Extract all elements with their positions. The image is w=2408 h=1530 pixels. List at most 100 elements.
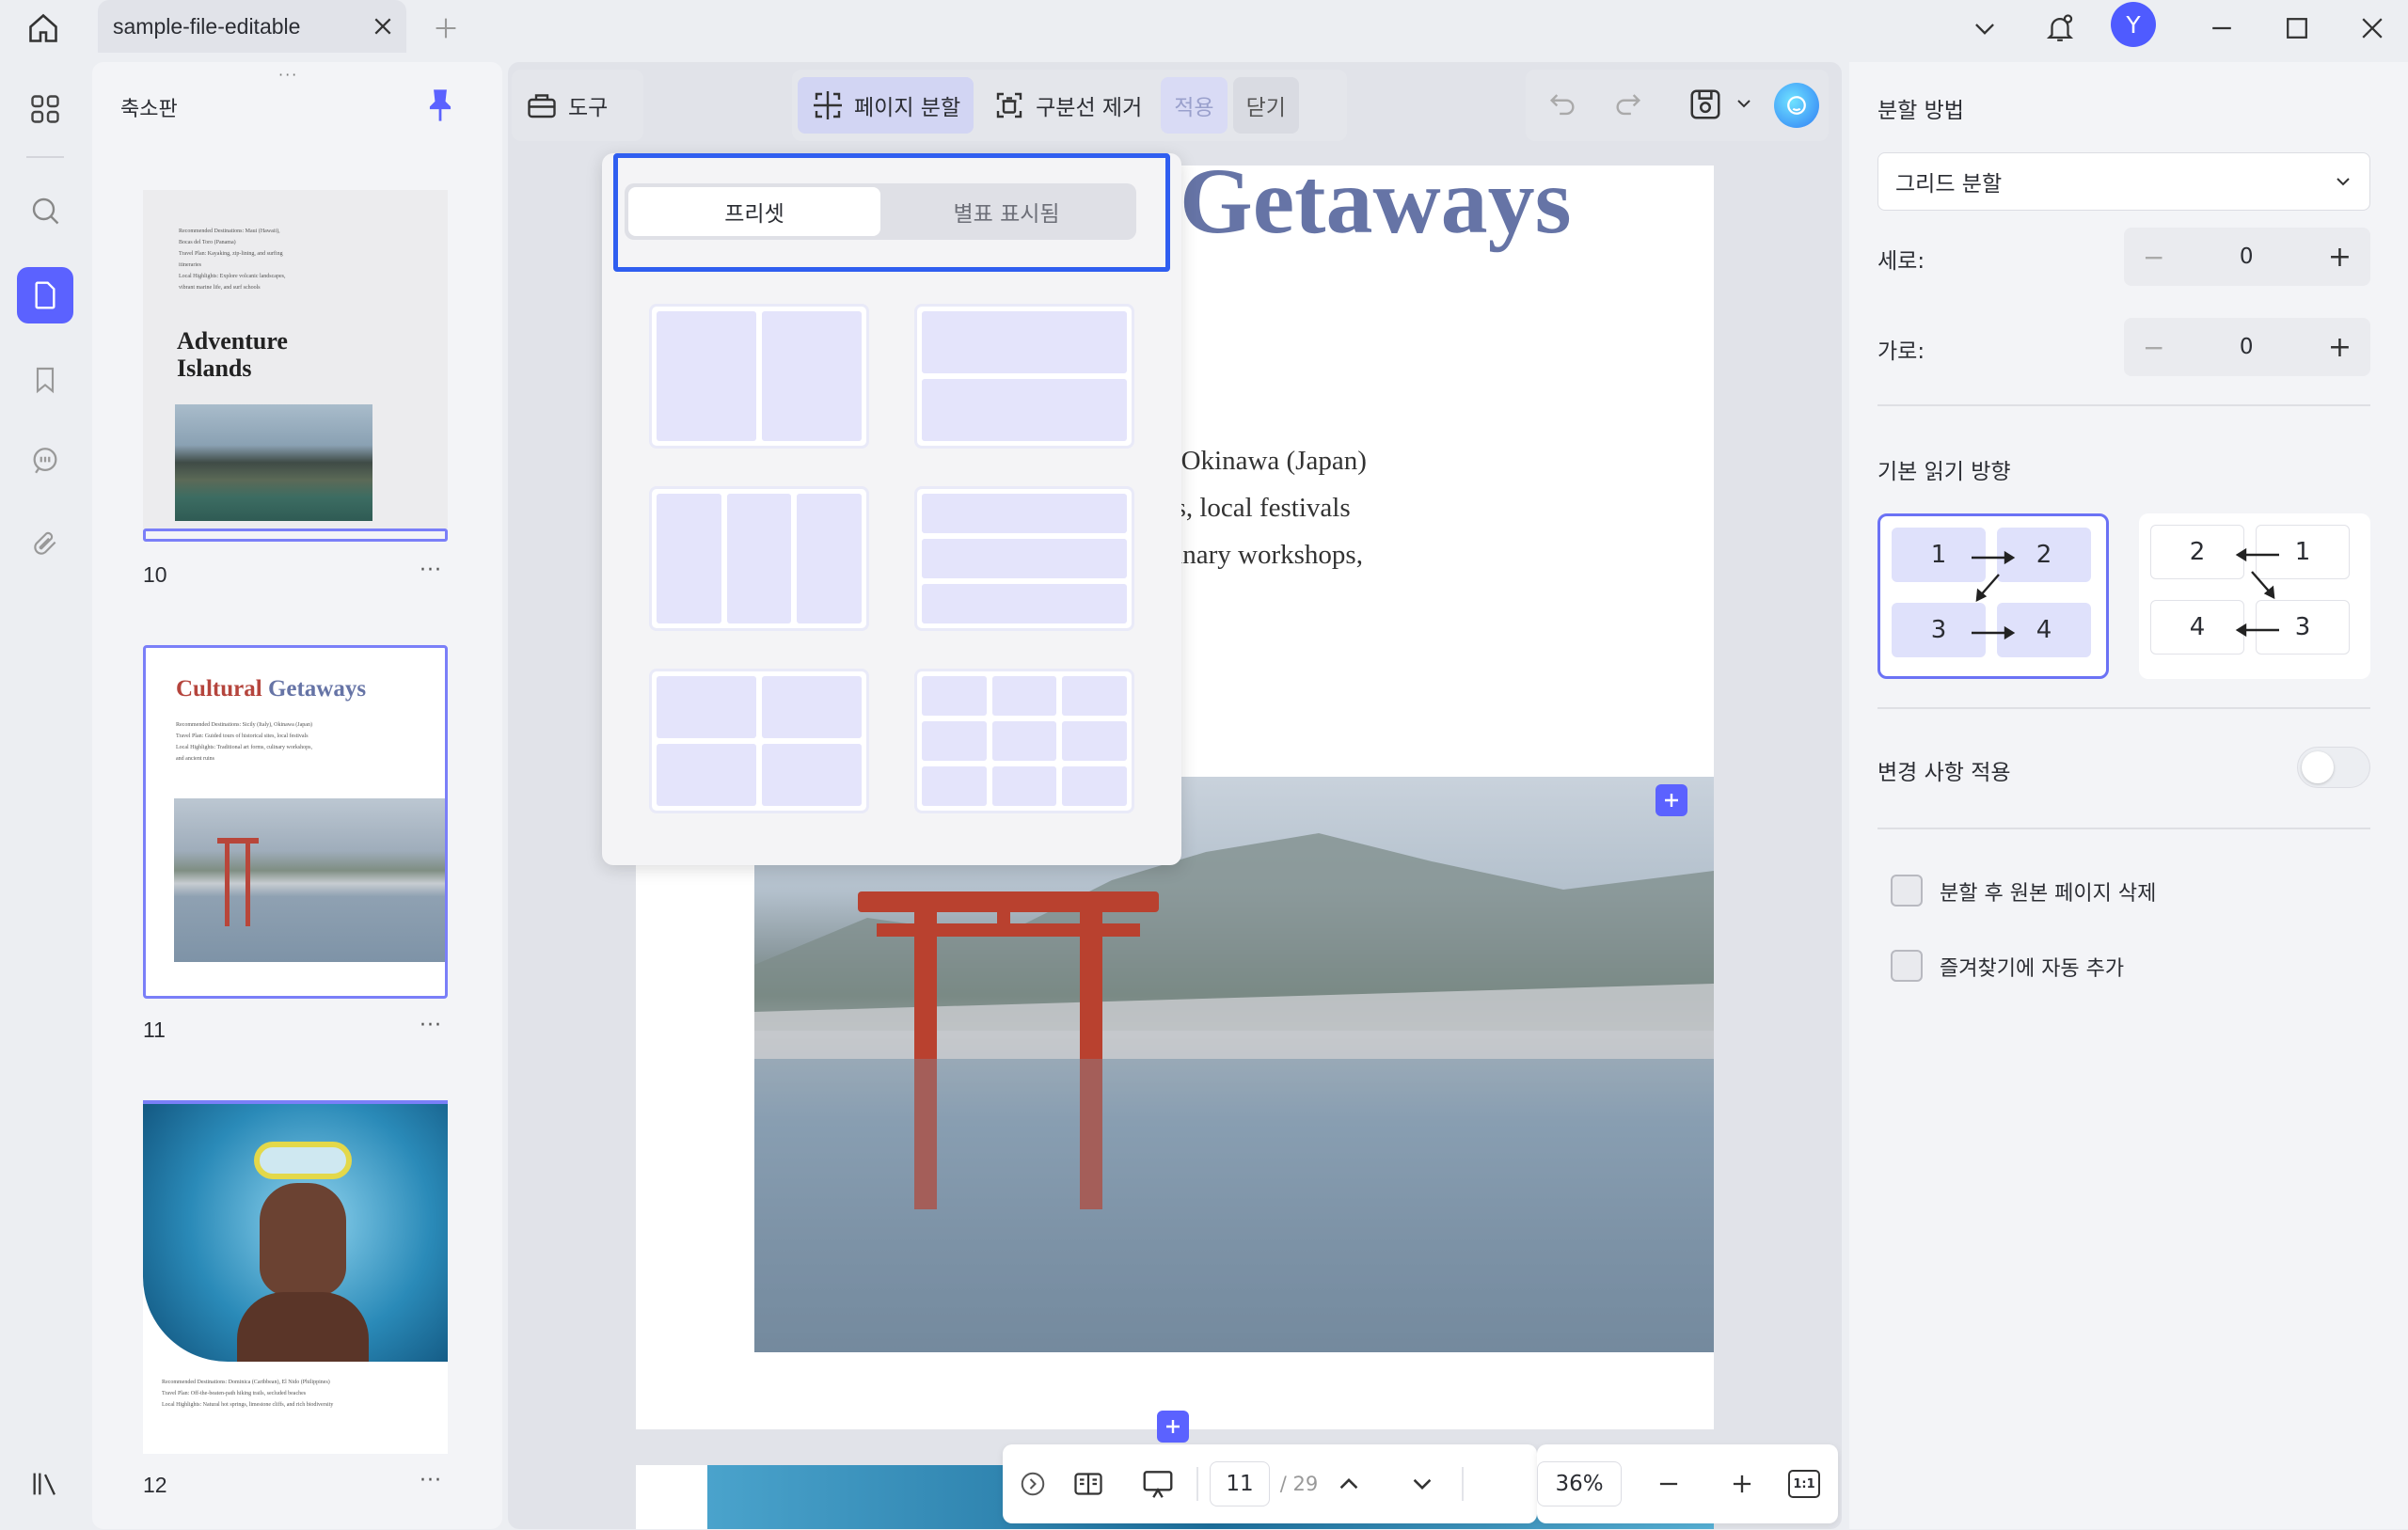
split-page-button[interactable]: 페이지 분할 (798, 77, 974, 134)
search-icon[interactable] (17, 182, 73, 239)
thumbnail-photo (143, 1104, 448, 1362)
bookmark-icon[interactable] (17, 352, 73, 408)
preset-2x2-grid[interactable] (649, 669, 869, 813)
reading-direction-ltr[interactable]: 1 2 3 4 (1877, 513, 2109, 679)
zoom-bar: 36% 1:1 (1537, 1444, 1838, 1523)
decrease-icon[interactable]: − (2143, 242, 2164, 273)
thumbnail-photo (175, 404, 372, 521)
add-divider-icon[interactable] (1157, 1411, 1189, 1443)
thumbnail-more-button[interactable]: ··· (420, 1469, 442, 1492)
comment-icon[interactable] (17, 433, 73, 489)
thumbnail-text: Recommended Destinations: Sicily (Italy)… (176, 722, 312, 762)
thumbnail-panel: ··· 축소판 Recommended Destinations: Maui (… (92, 62, 502, 1529)
previous-page-icon[interactable] (1328, 1461, 1370, 1506)
divider (1877, 828, 2370, 829)
actual-size-icon: 1:1 (1788, 1470, 1820, 1498)
actual-size-button[interactable]: 1:1 (1783, 1461, 1825, 1506)
minimize-icon[interactable] (2201, 8, 2242, 49)
auto-bookmark-checkbox[interactable] (1891, 950, 1923, 982)
remove-divider-button[interactable]: 구분선 제거 (979, 77, 1155, 134)
left-rail (0, 62, 90, 1530)
new-tab-icon[interactable] (425, 8, 467, 49)
preset-2-columns[interactable] (649, 304, 869, 449)
decrease-icon[interactable]: − (2143, 332, 2164, 363)
thumbnail-page-12[interactable]: Recommended Destinations: Dominica (Cari… (143, 1100, 448, 1454)
attachment-icon[interactable] (17, 515, 73, 572)
torii-gate-shape (217, 838, 259, 926)
rows-stepper[interactable]: − 0 + (2124, 228, 2370, 286)
ai-assistant-icon[interactable] (1774, 83, 1819, 128)
document-tab[interactable]: sample-file-editable (98, 0, 406, 53)
pin-icon[interactable] (427, 88, 453, 122)
preset-3-columns[interactable] (649, 486, 869, 631)
apps-grid-icon[interactable] (17, 81, 73, 137)
auto-bookmark-label: 즐겨찾기에 자동 추가 (1940, 957, 2125, 981)
increase-icon[interactable]: + (2328, 241, 2352, 274)
delete-original-checkbox[interactable] (1891, 875, 1923, 907)
chevron-down-icon (2334, 172, 2353, 191)
preset-3-rows[interactable] (914, 486, 1134, 631)
tools-toolbar: 도구 (512, 70, 643, 141)
thumbnail-more-button[interactable]: ··· (420, 1014, 442, 1037)
thumbnail-page-11[interactable]: Cultural Getaways Recommended Destinatio… (143, 645, 448, 999)
preset-3x3-grid[interactable] (914, 669, 1134, 813)
reading-direction-rtl[interactable]: 2 1 4 3 (2139, 513, 2370, 679)
cols-stepper[interactable]: − 0 + (2124, 318, 2370, 376)
page-number-10: 10 (143, 562, 167, 587)
reading-mode-icon[interactable] (1065, 1461, 1112, 1506)
sidebar-toggle-icon[interactable] (17, 1456, 73, 1512)
page-number-input[interactable]: 11 (1210, 1461, 1270, 1506)
title-bar: sample-file-editable Y (0, 0, 2408, 56)
increase-icon[interactable]: + (2328, 331, 2352, 364)
thumbnail-photo (174, 798, 445, 962)
split-settings-panel: 분할 방법 그리드 분할 세로: − 0 + 가로: − 0 + 기본 읽기 방… (1849, 62, 2408, 1529)
preset-2-rows[interactable] (914, 304, 1134, 449)
total-pages-label: / 29 (1279, 1473, 1319, 1495)
split-method-label: 분할 방법 (1877, 99, 1964, 123)
thumbnail-more-button[interactable]: ··· (420, 559, 442, 582)
thumbnail-text: Recommended Destinations: Maui (Hawaii),… (179, 229, 286, 291)
apply-changes-label: 변경 사항 적용 (1877, 761, 2011, 785)
preset-popup: 프리셋 별표 표시됨 (602, 153, 1181, 865)
thumbnail-heading: Adventure Islands (177, 327, 288, 382)
page-thumbnails-icon[interactable] (17, 267, 73, 323)
cols-value[interactable]: 0 (2240, 335, 2254, 359)
page-number-11: 11 (143, 1017, 166, 1042)
add-divider-icon[interactable] (1656, 784, 1687, 816)
undo-icon[interactable] (1546, 88, 1578, 120)
avatar[interactable]: Y (2111, 2, 2156, 47)
zoom-in-icon[interactable] (1721, 1461, 1763, 1506)
preset-tab-switch: 프리셋 별표 표시됨 (625, 183, 1136, 240)
document-tab-title: sample-file-editable (113, 13, 301, 39)
page-navigation-bar: 11 / 29 (1003, 1444, 1537, 1523)
save-icon[interactable] (1687, 87, 1723, 122)
presentation-icon[interactable] (1134, 1461, 1181, 1506)
split-method-dropdown[interactable]: 그리드 분할 (1877, 152, 2370, 211)
close-split-button[interactable]: 닫기 (1232, 77, 1299, 134)
drag-handle[interactable]: ··· (278, 66, 298, 84)
zoom-level-input[interactable]: 36% (1537, 1461, 1622, 1506)
edit-toolbar (1526, 70, 1829, 141)
next-page-icon[interactable] (1402, 1461, 1443, 1506)
close-tab-icon[interactable] (372, 16, 393, 37)
tools-button[interactable]: 도구 (512, 77, 621, 134)
save-options-chevron-icon[interactable] (1735, 94, 1753, 113)
apply-button[interactable]: 적용 (1161, 77, 1228, 134)
toolbox-icon (525, 88, 559, 122)
notification-bell-icon[interactable] (2039, 8, 2081, 49)
chevron-down-icon[interactable] (1964, 8, 2005, 49)
close-window-icon[interactable] (2352, 8, 2393, 49)
maximize-icon[interactable] (2276, 8, 2318, 49)
apply-changes-toggle[interactable] (2297, 747, 2370, 788)
rows-value[interactable]: 0 (2240, 244, 2254, 269)
split-page-icon (811, 88, 845, 122)
redo-icon[interactable] (1612, 88, 1644, 120)
thumbnail-page-10[interactable]: Recommended Destinations: Maui (Hawaii),… (143, 190, 448, 528)
zoom-out-icon[interactable] (1648, 1461, 1689, 1506)
tab-preset[interactable]: 프리셋 (628, 187, 880, 236)
tab-starred[interactable]: 별표 표시됨 (880, 187, 1133, 236)
home-icon[interactable] (23, 8, 64, 49)
reading-direction-label: 기본 읽기 방향 (1877, 460, 2011, 484)
expand-arrow-icon[interactable] (1012, 1461, 1054, 1506)
direction-arrows-icon (2235, 547, 2279, 638)
